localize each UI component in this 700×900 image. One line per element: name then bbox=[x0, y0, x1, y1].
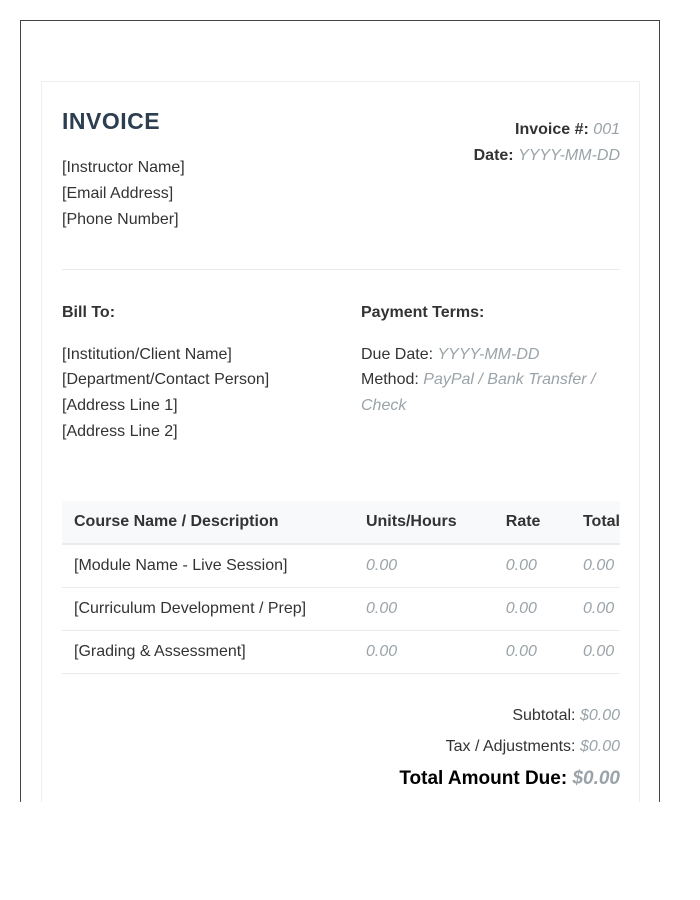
total-due-label: Total Amount Due: bbox=[399, 768, 568, 789]
table-row: [Module Name - Live Session] 0.00 0.00 0… bbox=[62, 544, 620, 588]
row-description: [Curriculum Development / Prep] bbox=[62, 587, 354, 631]
tax-label: Tax / Adjustments: bbox=[445, 738, 576, 755]
invoice-number-value: 001 bbox=[593, 121, 620, 138]
row-rate: 0.00 bbox=[493, 630, 571, 674]
invoice-number: Invoice #: 001 bbox=[515, 121, 620, 139]
column-header-total: Total bbox=[570, 501, 620, 545]
invoice-number-label: Invoice #: bbox=[515, 121, 589, 138]
bill-to-line: [Department/Contact Person] bbox=[62, 371, 270, 388]
row-total: 0.00 bbox=[570, 630, 620, 674]
header-divider bbox=[62, 269, 620, 270]
column-header-rate: Rate bbox=[493, 501, 571, 545]
bill-to-line: [Address Line 2] bbox=[62, 423, 178, 440]
invoice-date-label: Date: bbox=[473, 147, 514, 164]
total-amount-due: Total Amount Due: $0.00 bbox=[399, 768, 620, 790]
instructor-phone: [Phone Number] bbox=[62, 211, 179, 228]
row-description: [Grading & Assessment] bbox=[62, 630, 354, 674]
due-date: Due Date: YYYY-MM-DD bbox=[361, 346, 539, 364]
bill-to-line: [Institution/Client Name] bbox=[62, 346, 232, 363]
subtotal-value: $0.00 bbox=[579, 707, 620, 724]
row-units: 0.00 bbox=[353, 587, 494, 631]
instructor-name: [Instructor Name] bbox=[62, 159, 185, 176]
row-units: 0.00 bbox=[353, 544, 494, 588]
tax-value: $0.00 bbox=[579, 738, 620, 755]
due-date-label: Due Date: bbox=[361, 346, 434, 363]
row-rate: 0.00 bbox=[493, 544, 571, 588]
invoice-date-value: YYYY-MM-DD bbox=[518, 147, 620, 164]
payment-method-value: PayPal / Bank Transfer / bbox=[423, 371, 596, 388]
payment-method-label: Method: bbox=[361, 371, 419, 388]
bill-to-heading: Bill To: bbox=[62, 304, 116, 321]
row-description: [Module Name - Live Session] bbox=[62, 544, 354, 588]
column-header-units: Units/Hours bbox=[353, 501, 494, 545]
row-total: 0.00 bbox=[570, 587, 620, 631]
payment-method-value-continued: Check bbox=[361, 397, 407, 414]
tax-adjustments: Tax / Adjustments: $0.00 bbox=[446, 738, 620, 756]
row-units: 0.00 bbox=[353, 630, 494, 674]
subtotal: Subtotal: $0.00 bbox=[512, 707, 620, 725]
row-total: 0.00 bbox=[570, 544, 620, 588]
subtotal-label: Subtotal: bbox=[512, 707, 576, 724]
row-rate: 0.00 bbox=[493, 587, 571, 631]
due-date-value: YYYY-MM-DD bbox=[437, 346, 540, 363]
table-row: [Curriculum Development / Prep] 0.00 0.0… bbox=[62, 587, 620, 631]
line-items-table: Course Name / Description Units/Hours Ra… bbox=[62, 501, 620, 674]
instructor-email: [Email Address] bbox=[62, 185, 174, 202]
bill-to-line: [Address Line 1] bbox=[62, 397, 178, 414]
payment-terms-heading: Payment Terms: bbox=[361, 304, 485, 321]
table-row: [Grading & Assessment] 0.00 0.00 0.00 bbox=[62, 630, 620, 674]
column-header-description: Course Name / Description bbox=[62, 501, 354, 545]
total-due-value: $0.00 bbox=[572, 768, 620, 789]
invoice-title: INVOICE bbox=[62, 108, 161, 134]
invoice-date: Date: YYYY-MM-DD bbox=[474, 147, 620, 165]
table-header-row: Course Name / Description Units/Hours Ra… bbox=[62, 501, 620, 545]
payment-method: Method: PayPal / Bank Transfer / bbox=[361, 371, 595, 389]
